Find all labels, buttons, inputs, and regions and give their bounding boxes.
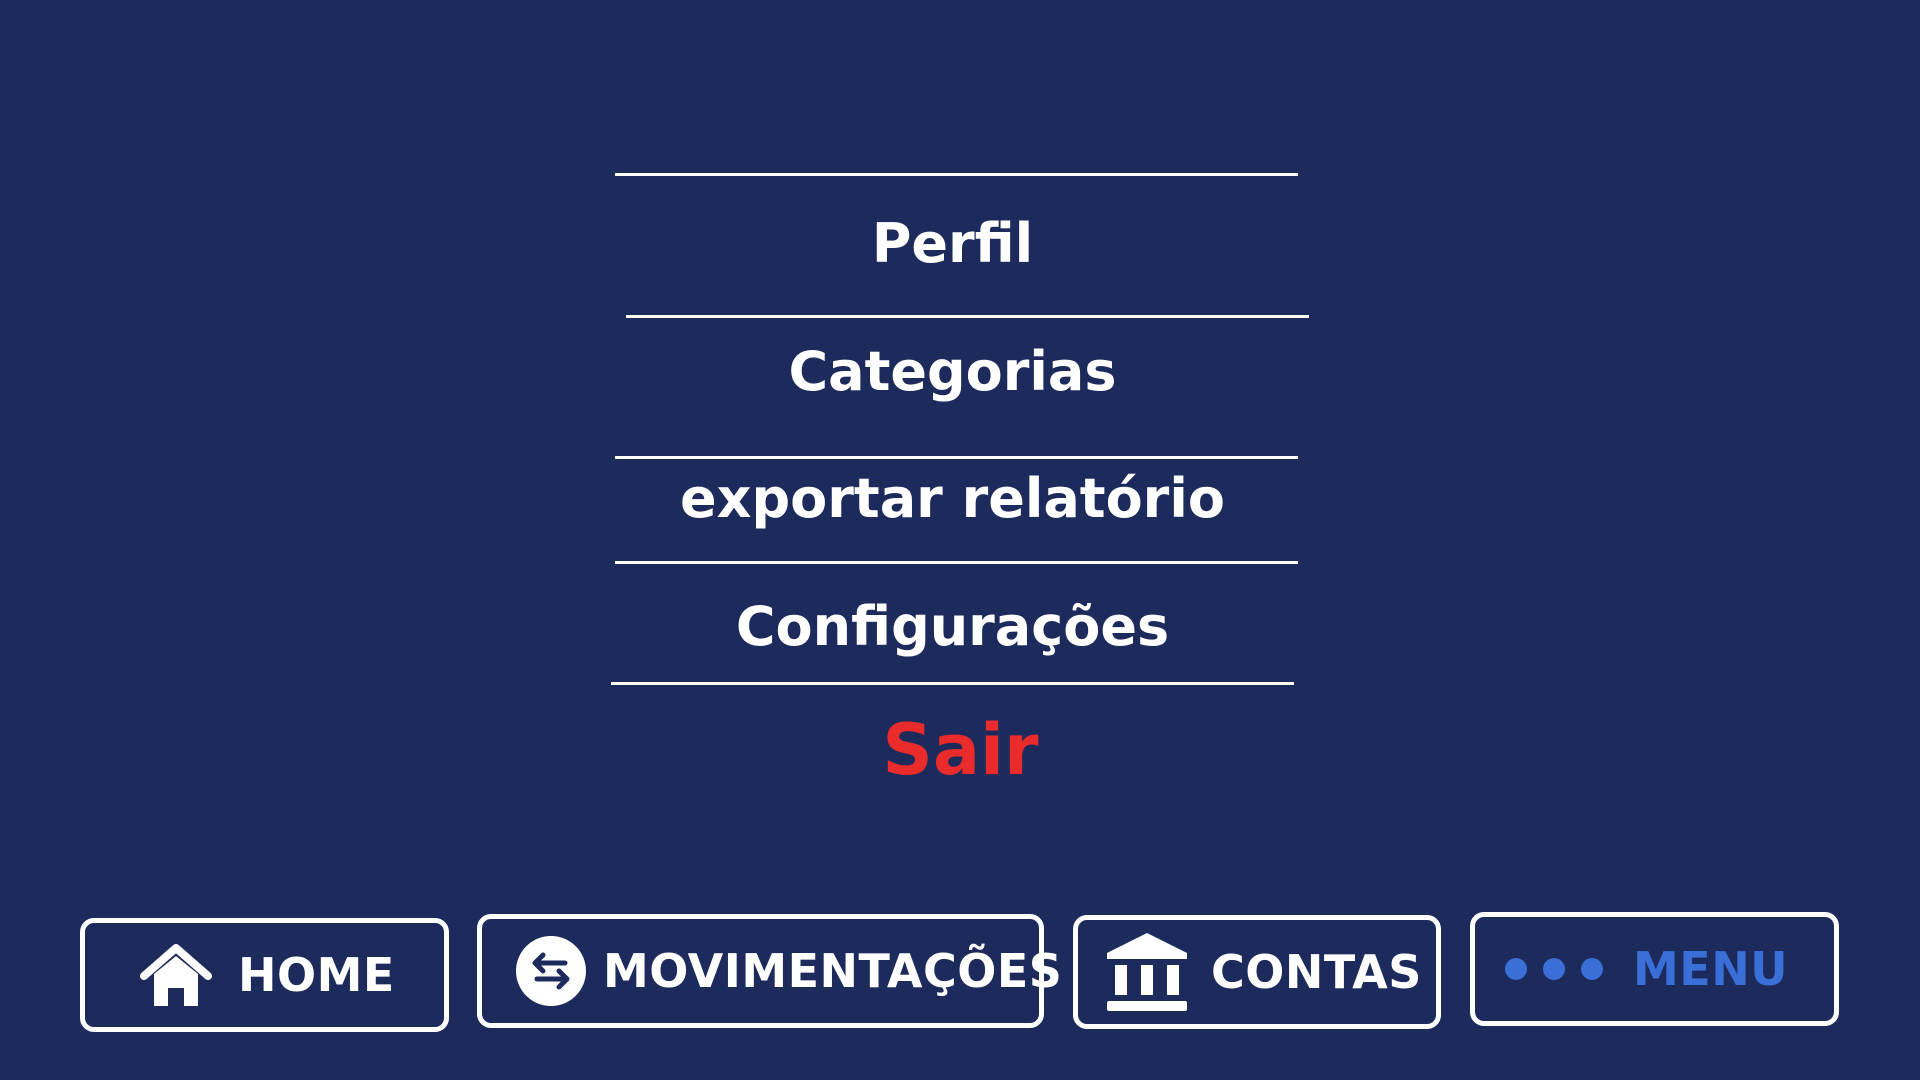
menu-item-configuracoes[interactable]: Configurações xyxy=(600,600,1305,654)
home-label: HOME xyxy=(238,948,395,1002)
menu-divider xyxy=(615,561,1298,564)
menu-label: MENU xyxy=(1633,942,1789,996)
bank-icon xyxy=(1105,931,1189,1013)
menu-button[interactable]: MENU xyxy=(1470,912,1839,1026)
menu-item-perfil[interactable]: Perfil xyxy=(600,217,1305,271)
home-button[interactable]: HOME xyxy=(80,918,449,1032)
movements-button[interactable]: MOVIMENTAÇÕES xyxy=(477,914,1062,1028)
home-icon xyxy=(140,942,212,1008)
options-menu: Perfil Categorias exportar relatório Con… xyxy=(600,0,1310,820)
menu-divider xyxy=(615,456,1298,459)
menu-item-exportar-relatorio[interactable]: exportar relatório xyxy=(600,472,1305,526)
accounts-button[interactable]: CONTAS xyxy=(1073,915,1441,1029)
menu-item-categorias[interactable]: Categorias xyxy=(600,345,1305,399)
transfer-arrows-icon xyxy=(515,935,587,1007)
three-dots-icon xyxy=(1505,958,1619,980)
menu-divider xyxy=(611,682,1294,685)
accounts-label: CONTAS xyxy=(1211,945,1422,999)
movements-label: MOVIMENTAÇÕES xyxy=(603,944,1063,998)
menu-divider xyxy=(615,173,1298,176)
menu-item-sair[interactable]: Sair xyxy=(608,715,1313,785)
menu-divider xyxy=(626,315,1309,318)
